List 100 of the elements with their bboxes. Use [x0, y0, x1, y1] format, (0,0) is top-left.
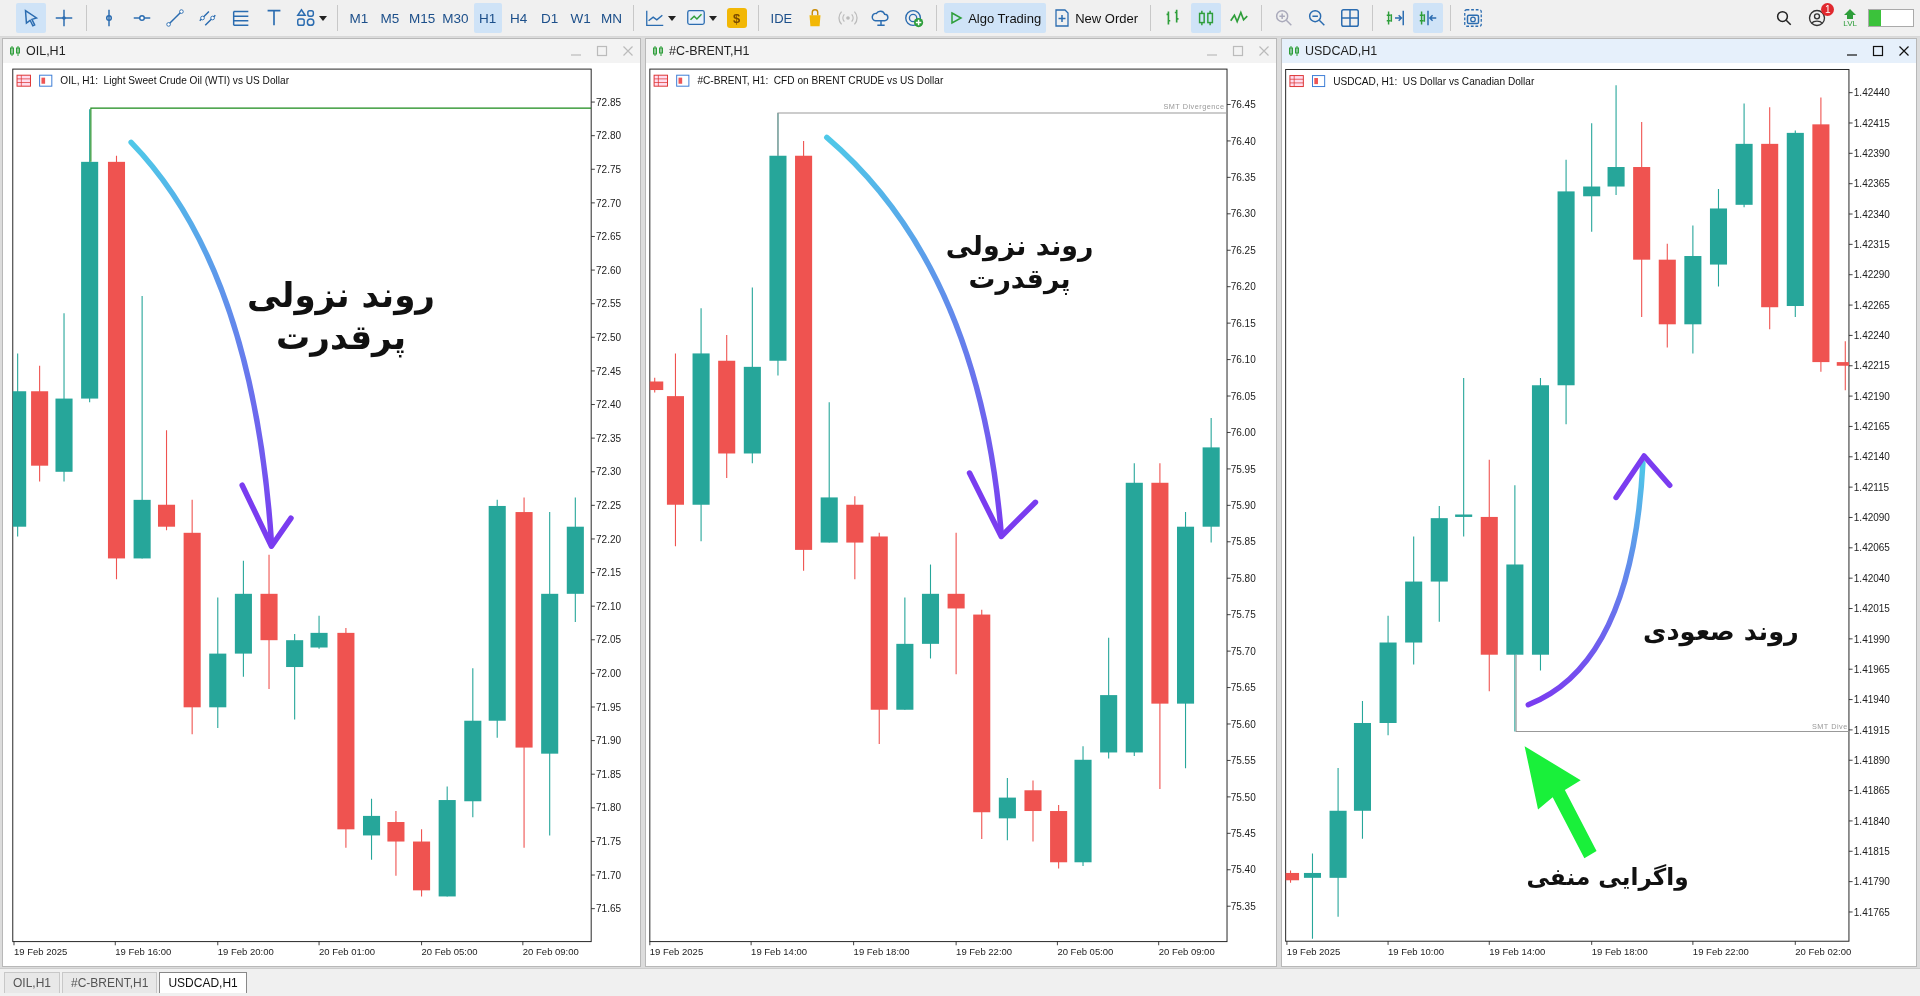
- price-label: 72.30: [596, 466, 622, 478]
- candlestick: [1836, 340, 1849, 391]
- candlestick: [1050, 804, 1068, 869]
- price-label: 72.70: [596, 197, 622, 209]
- annotation-text: روند نزولی پرقدرت: [945, 229, 1094, 294]
- price-label: 1.41890: [1853, 754, 1890, 766]
- chart-tab[interactable]: #C-BRENT,H1: [62, 972, 158, 993]
- price-label: 76.25: [1230, 244, 1256, 256]
- time-label: 19 Feb 18:00: [853, 946, 910, 957]
- timeframe-button[interactable]: MN: [597, 3, 626, 33]
- price-label: 1.42065: [1853, 542, 1890, 554]
- price-label: 1.41915: [1853, 724, 1890, 736]
- annotation-text: واگرایی منفی: [1526, 864, 1689, 891]
- price-label: 75.75: [1230, 609, 1256, 621]
- price-label: 72.05: [596, 634, 622, 646]
- timeframe-button[interactable]: M5: [376, 3, 404, 33]
- cursor-icon[interactable]: [16, 3, 46, 33]
- price-label: 72.85: [596, 96, 622, 108]
- price-label: 1.41865: [1853, 785, 1890, 797]
- candlestick-icon[interactable]: [1191, 3, 1222, 33]
- candlestick: [1024, 779, 1042, 843]
- price-label: 1.42390: [1853, 148, 1890, 159]
- window-title: #C-BRENT,H1: [669, 44, 751, 58]
- price-label: 1.42190: [1853, 390, 1890, 402]
- price-label: 75.70: [1230, 645, 1256, 657]
- auto-scroll-icon[interactable]: [1413, 3, 1444, 33]
- candlestick-icon: [9, 45, 21, 57]
- timeframe-button[interactable]: H4: [504, 3, 533, 33]
- chart-description: #C-BRENT, H1: CFD on BRENT CRUDE vs US Dollar: [697, 75, 944, 87]
- price-label: 1.42015: [1853, 603, 1890, 615]
- price-label: 76.30: [1230, 208, 1256, 220]
- maximize-icon[interactable]: [1872, 45, 1884, 57]
- algo-trading-button[interactable]: Algo Trading: [944, 3, 1047, 33]
- price-label: 72.25: [596, 500, 622, 511]
- price-label: 75.65: [1230, 682, 1256, 694]
- price-label: 72.45: [596, 365, 622, 377]
- price-label: 72.50: [596, 331, 622, 343]
- price-label: 71.65: [596, 903, 622, 915]
- price-label: 1.42240: [1853, 330, 1890, 342]
- timeframe-button[interactable]: H1: [473, 3, 502, 33]
- dollar-button[interactable]: $: [726, 8, 747, 28]
- chart-tab[interactable]: USDCAD,H1: [159, 972, 247, 993]
- play-icon: [949, 11, 964, 25]
- time-label: 19 Feb 20:00: [217, 946, 274, 957]
- price-label: 75.85: [1230, 536, 1256, 548]
- timeframe-button[interactable]: M15: [407, 3, 438, 33]
- annotation-text: روند صعودی: [1643, 616, 1799, 647]
- price-label: 1.42340: [1853, 208, 1890, 220]
- price-label: 71.85: [596, 768, 622, 780]
- price-label: 72.75: [596, 163, 622, 175]
- price-label: 1.41765: [1853, 906, 1890, 918]
- price-label: 1.42040: [1853, 572, 1890, 584]
- price-label: 76.15: [1230, 317, 1256, 329]
- chart-description: USDCAD, H1: US Dollar vs Canadian Dollar: [1333, 75, 1535, 87]
- time-label: 20 Feb 09:00: [522, 946, 579, 957]
- account-button[interactable]: 1: [1802, 3, 1833, 33]
- candlestick: [649, 377, 664, 394]
- price-label: 75.55: [1230, 755, 1256, 767]
- price-label: 75.50: [1230, 791, 1256, 803]
- timeframe-button[interactable]: W1: [566, 3, 595, 33]
- price-label: 1.41840: [1853, 815, 1890, 827]
- candlestick-icon: [1288, 45, 1300, 57]
- price-label: 1.42290: [1853, 269, 1890, 281]
- candlestick: [363, 798, 381, 861]
- price-label: 72.10: [596, 600, 622, 612]
- price-label: 71.75: [596, 836, 622, 848]
- price-label: 76.35: [1230, 172, 1256, 184]
- ide-button[interactable]: IDE: [765, 3, 798, 33]
- candle-indicator-icon: [676, 74, 690, 87]
- price-label: 71.70: [596, 869, 622, 881]
- price-label: 72.60: [596, 264, 622, 276]
- timeframe-button[interactable]: M1: [345, 3, 373, 33]
- price-label: 1.41815: [1853, 845, 1890, 857]
- price-label: 71.90: [596, 735, 622, 747]
- price-label: 75.35: [1230, 900, 1256, 912]
- price-label: 1.42215: [1853, 360, 1890, 372]
- window-title: USDCAD,H1: [1305, 44, 1379, 58]
- table-icon: [1289, 75, 1304, 88]
- time-label: 19 Feb 2025: [14, 946, 68, 957]
- level-bar: [1868, 9, 1914, 27]
- timeframe-button[interactable]: D1: [535, 3, 564, 33]
- price-label: 1.42165: [1853, 421, 1890, 433]
- price-label: 76.20: [1230, 281, 1256, 293]
- price-label: 72.65: [596, 231, 622, 243]
- new-order-button[interactable]: New Order: [1049, 3, 1144, 33]
- price-label: 75.90: [1230, 500, 1256, 511]
- time-label: 19 Feb 22:00: [956, 946, 1013, 957]
- candlestick: [1285, 869, 1300, 884]
- close-icon[interactable]: [1898, 45, 1910, 57]
- price-label: 75.95: [1230, 463, 1256, 475]
- price-label: 71.80: [596, 802, 622, 814]
- candlestick: [310, 615, 328, 650]
- candle-indicator-icon: [39, 74, 53, 87]
- price-label: 75.40: [1230, 864, 1256, 876]
- time-label: 19 Feb 2025: [649, 946, 704, 957]
- timeframe-button[interactable]: M30: [440, 3, 471, 33]
- price-label: 1.41940: [1853, 694, 1890, 706]
- price-label: 1.42090: [1853, 512, 1890, 524]
- chart-tab[interactable]: OIL,H1: [4, 972, 60, 993]
- candlestick: [387, 810, 405, 877]
